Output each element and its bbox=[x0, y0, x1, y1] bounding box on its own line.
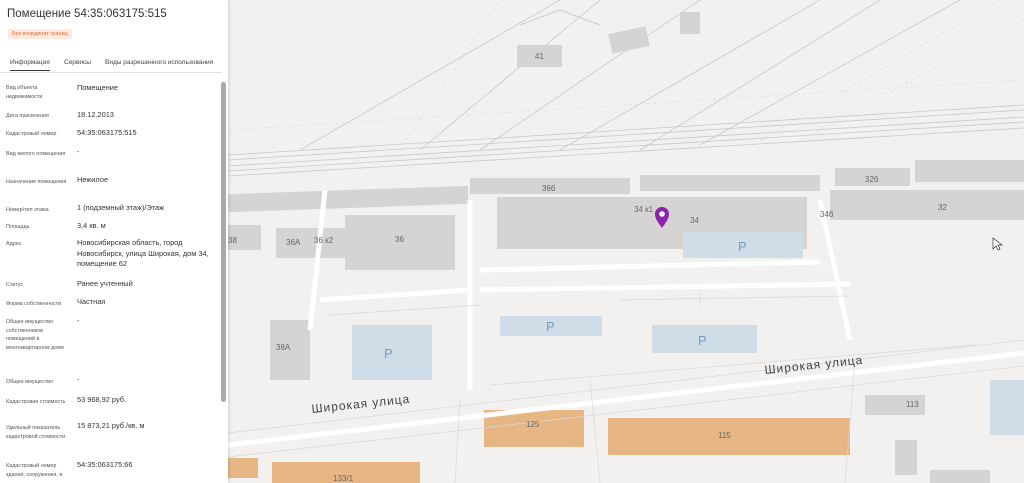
svg-text:32: 32 bbox=[938, 203, 947, 212]
svg-text:133/1: 133/1 bbox=[333, 474, 354, 483]
svg-text:36б: 36б bbox=[542, 184, 556, 193]
svg-text:P: P bbox=[546, 319, 555, 334]
field-label: Общее имущество bbox=[6, 379, 53, 385]
field-label: Кадастровый номер здания, сооружения, в bbox=[6, 463, 63, 478]
tab-permitted-use[interactable]: Виды разрешенного использования bbox=[105, 59, 213, 66]
svg-text:34: 34 bbox=[690, 216, 699, 225]
svg-text:32б: 32б bbox=[865, 175, 879, 184]
field-label: Вид жилого помещения bbox=[6, 151, 66, 157]
field-value: 3,4 кв. м bbox=[77, 221, 106, 230]
field-label: Номер/тип этажа bbox=[6, 207, 49, 213]
svg-text:41: 41 bbox=[535, 52, 544, 61]
field-label: Адрес bbox=[6, 241, 22, 247]
tab-services[interactable]: Сервисы bbox=[64, 59, 91, 66]
svg-text:125: 125 bbox=[526, 420, 540, 429]
field-value: - bbox=[77, 375, 80, 384]
field-value: 54:35:063175:66 bbox=[77, 460, 133, 469]
svg-text:P: P bbox=[698, 333, 707, 348]
svg-text:38: 38 bbox=[228, 236, 237, 245]
field-value: Новосибирская область, город Новосибирск… bbox=[77, 238, 209, 268]
field-label: Общее имущество собственников помещений … bbox=[6, 319, 65, 351]
field-value: Помещение bbox=[77, 83, 119, 92]
field-label: Статус bbox=[6, 282, 24, 288]
svg-text:113: 113 bbox=[906, 400, 919, 409]
svg-text:36А: 36А bbox=[286, 238, 301, 247]
field-label: Кадастровый номер bbox=[6, 131, 57, 137]
object-title: Помещение 54:35:063175:515 bbox=[7, 8, 167, 20]
field-value: 1 (подземный этаж)/Этаж bbox=[77, 203, 165, 212]
field-value: Ранее учтенный bbox=[77, 279, 133, 288]
field-label: Удельный показатель кадастровой стоимост… bbox=[6, 425, 66, 440]
scrollbar-thumb[interactable] bbox=[221, 82, 226, 402]
svg-text:34 к1: 34 к1 bbox=[634, 205, 654, 214]
svg-text:P: P bbox=[738, 239, 747, 254]
field-value: 15 873,21 руб./кв. м bbox=[77, 421, 145, 430]
field-value: 18.12.2013 bbox=[77, 110, 114, 119]
field-label: Площадь bbox=[6, 224, 30, 230]
field-value: - bbox=[77, 316, 80, 325]
svg-text:115: 115 bbox=[718, 431, 731, 440]
svg-text:36: 36 bbox=[395, 235, 404, 244]
field-label: Вид объекта недвижимости bbox=[6, 85, 43, 100]
tab-info[interactable]: Информация bbox=[10, 59, 50, 71]
tab-bar: Информация Сервисы Виды разрешенного исп… bbox=[0, 55, 222, 73]
field-value: 54:35:063175:515 bbox=[77, 128, 137, 137]
svg-text:P: P bbox=[384, 346, 393, 361]
field-label: Дата присвоения bbox=[6, 113, 49, 119]
field-value: Нежилое bbox=[77, 175, 109, 184]
field-label: Кадастровая стоимость bbox=[6, 399, 66, 405]
field-value: Частная bbox=[77, 297, 106, 306]
svg-text:34б: 34б bbox=[820, 210, 834, 219]
field-value: 53 968,92 руб. bbox=[77, 395, 127, 404]
svg-text:36 к2: 36 к2 bbox=[314, 236, 334, 245]
field-label: Форма собственности bbox=[6, 301, 62, 307]
svg-text:38А: 38А bbox=[276, 343, 291, 352]
status-badge: Без координат границ bbox=[8, 29, 72, 39]
info-panel: Помещение 54:35:063175:515 Без координат… bbox=[0, 0, 228, 483]
field-value: - bbox=[77, 147, 80, 156]
field-label: Назначение помещения bbox=[6, 179, 67, 185]
